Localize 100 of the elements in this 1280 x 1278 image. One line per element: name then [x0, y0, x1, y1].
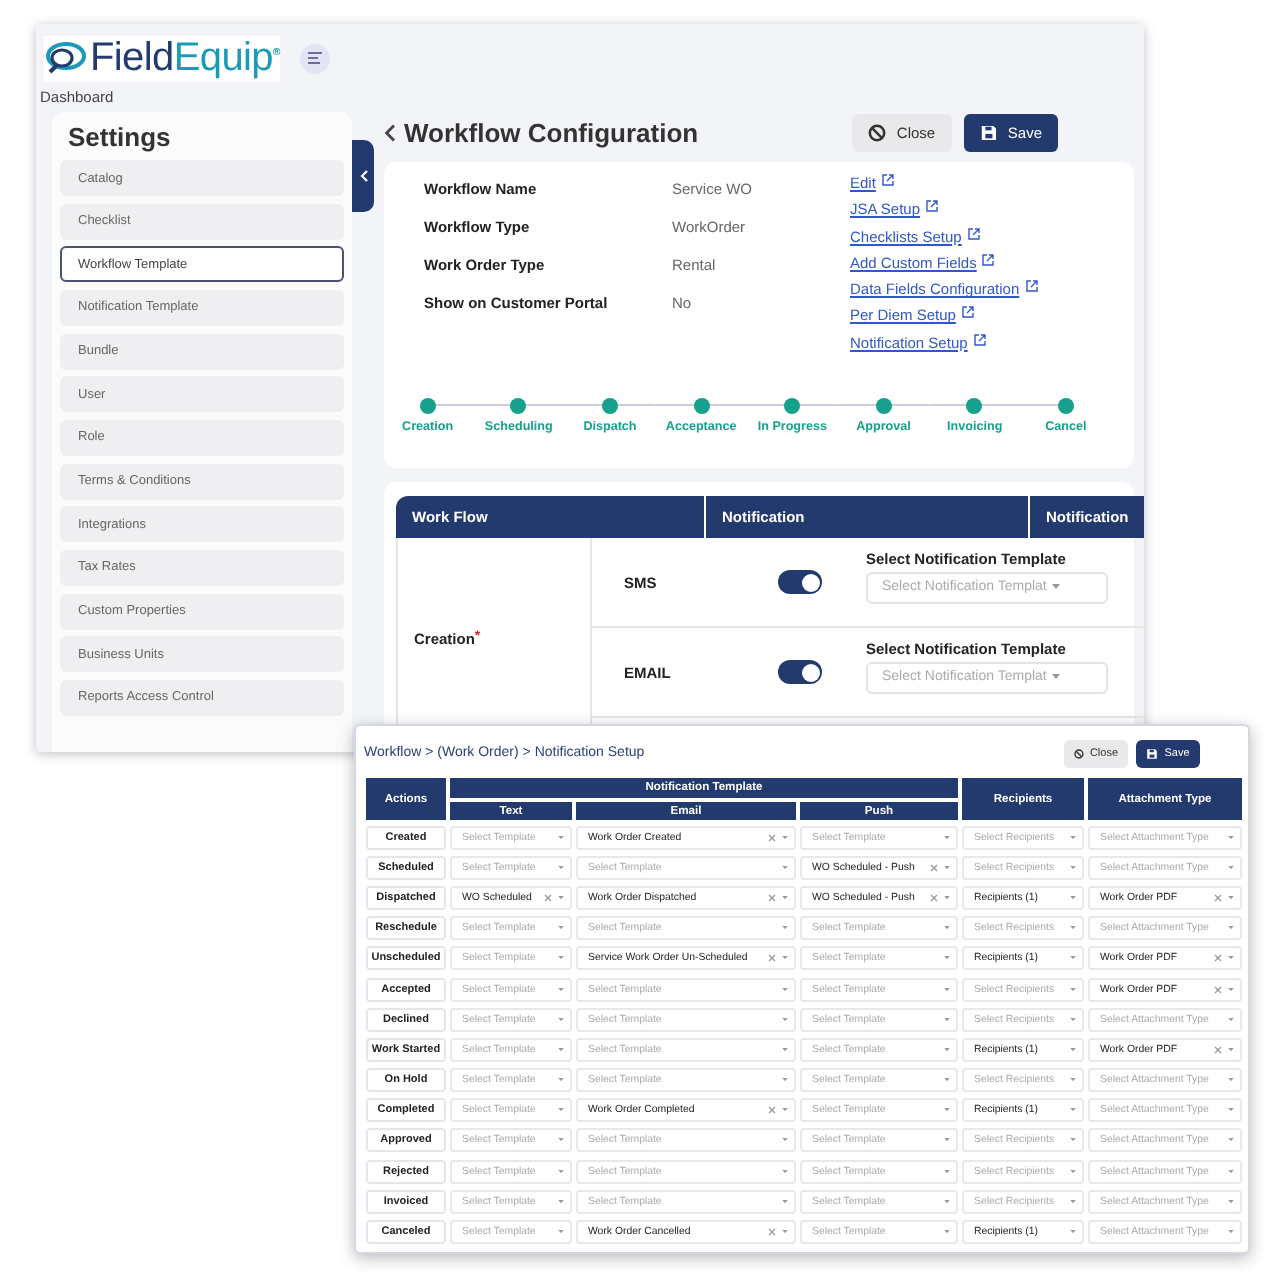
caret-icon	[1228, 1138, 1234, 1143]
save-icon	[1146, 747, 1159, 759]
caret-icon	[558, 1230, 564, 1235]
clear-icon[interactable]	[768, 1228, 776, 1237]
external-link-icon	[982, 253, 995, 266]
caret-icon	[944, 1230, 950, 1235]
caret-icon	[1070, 1230, 1076, 1235]
caret-icon	[1052, 674, 1061, 680]
menu-icon	[307, 52, 322, 64]
clear-icon[interactable]	[768, 893, 776, 902]
step-dot	[875, 397, 892, 414]
clear-icon[interactable]	[544, 893, 552, 902]
caret-icon	[782, 1169, 788, 1174]
step-dot	[510, 397, 527, 414]
caret-icon	[558, 895, 564, 900]
caret-icon	[944, 1108, 950, 1113]
external-link-icon	[926, 200, 939, 213]
caret-icon	[1070, 895, 1076, 900]
save-icon	[980, 123, 998, 141]
circle-slash-icon	[868, 123, 887, 141]
caret-icon	[1070, 987, 1076, 992]
external-link-icon	[973, 333, 986, 346]
caret-icon	[558, 1108, 564, 1113]
caret-icon	[944, 987, 950, 992]
sidebar-title: Settings	[68, 122, 171, 152]
external-link-icon	[967, 227, 980, 240]
caret-icon	[1070, 865, 1076, 870]
caret-icon	[558, 987, 564, 992]
circle-slash-icon	[1074, 747, 1084, 759]
clear-icon[interactable]	[1214, 985, 1222, 994]
back-icon[interactable]	[384, 123, 396, 141]
caret-icon	[782, 895, 788, 900]
caret-icon	[1070, 835, 1076, 840]
clear-icon[interactable]	[768, 954, 776, 963]
menu-button[interactable]	[299, 43, 330, 73]
caret-icon	[1228, 926, 1234, 931]
step-dot	[1057, 397, 1074, 414]
caret-icon	[782, 1199, 788, 1204]
caret-icon	[558, 1138, 564, 1143]
caret-icon	[1070, 1169, 1076, 1174]
caret-icon	[558, 1199, 564, 1204]
caret-icon	[782, 1108, 788, 1113]
caret-icon	[782, 926, 788, 931]
caret-icon	[1228, 1230, 1234, 1235]
clear-icon[interactable]	[1214, 893, 1222, 902]
caret-icon	[944, 1169, 950, 1174]
step-dot	[601, 397, 618, 414]
caret-icon	[558, 865, 564, 870]
caret-icon	[558, 835, 564, 840]
clear-icon[interactable]	[1214, 1045, 1222, 1054]
caret-icon	[1228, 1108, 1234, 1113]
clear-icon[interactable]	[1214, 954, 1222, 963]
caret-icon	[944, 1138, 950, 1143]
caret-icon	[1070, 926, 1076, 931]
caret-icon	[782, 1078, 788, 1083]
toggle-switch[interactable]	[778, 660, 822, 684]
external-link-icon	[961, 306, 974, 319]
caret-icon	[1228, 1047, 1234, 1052]
caret-icon	[558, 956, 564, 961]
caret-icon	[782, 987, 788, 992]
caret-icon	[944, 865, 950, 870]
caret-icon	[1070, 1138, 1076, 1143]
caret-icon	[944, 895, 950, 900]
chevron-left-icon	[359, 170, 367, 182]
caret-icon	[1228, 895, 1234, 900]
clear-icon[interactable]	[768, 833, 776, 842]
caret-icon	[1228, 1017, 1234, 1022]
clear-icon[interactable]	[930, 893, 938, 902]
caret-icon	[782, 1047, 788, 1052]
caret-icon	[558, 1047, 564, 1052]
step-dot	[419, 397, 436, 414]
caret-icon	[1052, 584, 1061, 590]
caret-icon	[944, 1017, 950, 1022]
clear-icon[interactable]	[768, 1106, 776, 1115]
caret-icon	[1070, 1108, 1076, 1113]
external-link-icon	[1025, 280, 1038, 293]
caret-icon	[944, 956, 950, 961]
toggle-switch[interactable]	[778, 570, 822, 594]
caret-icon	[1228, 1078, 1234, 1083]
caret-icon	[1228, 956, 1234, 961]
caret-icon	[1228, 1199, 1234, 1204]
caret-icon	[1228, 865, 1234, 870]
caret-icon	[944, 835, 950, 840]
step-dot	[966, 397, 983, 414]
clear-icon[interactable]	[930, 863, 938, 872]
caret-icon	[1070, 1047, 1076, 1052]
caret-icon	[944, 1047, 950, 1052]
logo-icon	[44, 40, 88, 76]
caret-icon	[944, 1078, 950, 1083]
collapse-button[interactable]	[352, 140, 374, 212]
step-dot	[784, 397, 801, 414]
external-link-icon	[881, 174, 894, 186]
caret-icon	[782, 865, 788, 870]
caret-icon	[782, 1017, 788, 1022]
step-dot	[693, 397, 710, 414]
caret-icon	[1070, 1199, 1076, 1204]
caret-icon	[1228, 987, 1234, 992]
caret-icon	[1070, 1017, 1076, 1022]
caret-icon	[558, 1017, 564, 1022]
page-title: Workflow Configuration	[404, 117, 699, 147]
